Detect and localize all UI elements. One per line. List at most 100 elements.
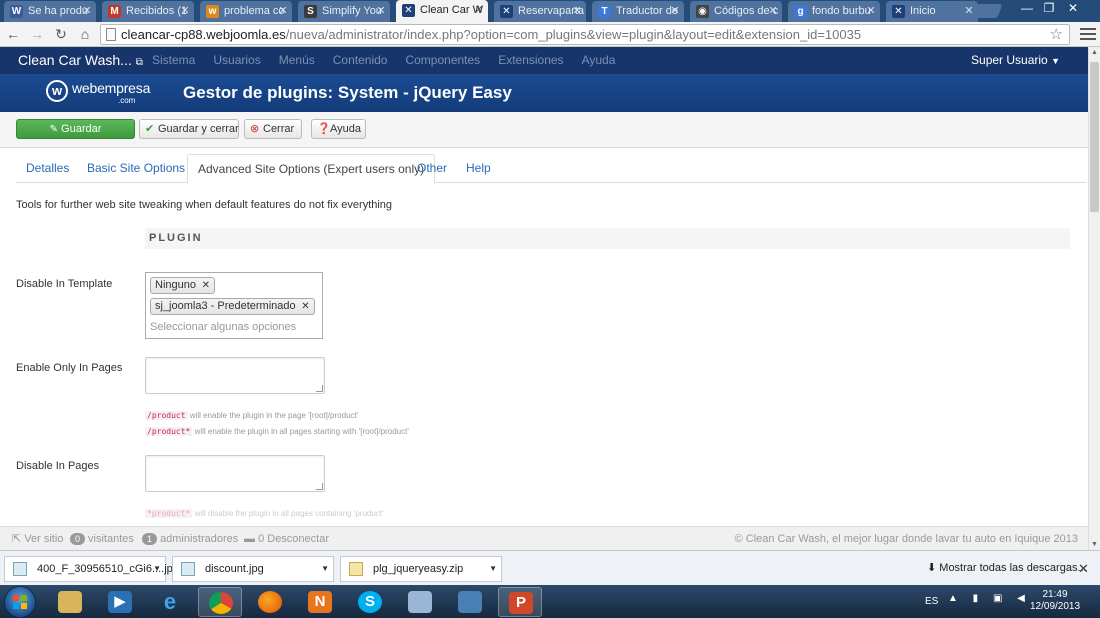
view-site-link[interactable]: ⇱ Ver sitio bbox=[12, 527, 63, 551]
help-button[interactable]: ❓ Ayuda bbox=[311, 119, 366, 139]
remove-chip-icon[interactable]: ✕ bbox=[202, 278, 210, 293]
save-close-button[interactable]: ✔ Guardar y cerrar bbox=[139, 119, 239, 139]
close-tab-icon[interactable]: ✕ bbox=[81, 1, 93, 21]
explorer-icon[interactable] bbox=[48, 587, 92, 617]
image-file-icon bbox=[181, 562, 195, 576]
windows-taskbar: ▶ e N S P ES ▲ ▮ ▣ ◀ 21:49 12/09/2013 bbox=[0, 585, 1100, 618]
onenote-icon[interactable]: N bbox=[298, 587, 342, 617]
tab-favicon-icon: g bbox=[794, 5, 807, 18]
browser-tab[interactable]: w problema co ✕ bbox=[200, 1, 292, 22]
url-text[interactable]: cleancar-cp88.webjoomla.es/nueva/adminis… bbox=[121, 25, 861, 44]
browser-tab[interactable]: ✕ Clean Car W ✕ bbox=[396, 0, 488, 22]
admin-menu-item[interactable]: Menús bbox=[279, 47, 315, 74]
download-item[interactable]: discount.jpg ▼ bbox=[172, 556, 334, 582]
close-window-icon[interactable]: ✕ bbox=[1064, 0, 1082, 16]
close-tab-icon[interactable]: ✕ bbox=[669, 1, 681, 21]
home-icon[interactable]: ⌂ bbox=[76, 25, 94, 43]
powerpoint-icon[interactable]: P bbox=[498, 587, 542, 617]
tab-favicon-icon: ◉ bbox=[696, 5, 709, 18]
media-player-icon[interactable]: ▶ bbox=[98, 587, 142, 617]
admin-menu-item[interactable]: Extensiones bbox=[498, 47, 563, 74]
browser-tab[interactable]: S Simplify You ✕ bbox=[298, 1, 390, 22]
browser-menu-icon[interactable] bbox=[1080, 25, 1096, 43]
browser-tab[interactable]: T Traductor de ✕ bbox=[592, 1, 684, 22]
monitor-icon[interactable] bbox=[448, 587, 492, 617]
chip-ninguno: Ninguno ✕ bbox=[150, 277, 215, 294]
language-indicator[interactable]: ES bbox=[925, 585, 938, 618]
system-tray-icons[interactable]: ▲ ▮ ▣ ◀ bbox=[948, 593, 1031, 604]
admin-status-bar: ⇱ Ver sitio 0 visitantes 1 administradores… bbox=[0, 526, 1088, 550]
disable-in-pages-textarea[interactable] bbox=[145, 455, 325, 492]
plugin-tab[interactable]: Help bbox=[456, 154, 501, 183]
minus-icon: ▬ bbox=[244, 533, 255, 545]
footer-copyright: © Clean Car Wash, el mejor lugar donde l… bbox=[734, 533, 1078, 545]
admin-menu-item[interactable]: Sistema bbox=[152, 47, 195, 74]
close-tab-icon[interactable]: ✕ bbox=[865, 1, 877, 21]
enable-only-in-pages-textarea[interactable] bbox=[145, 357, 325, 394]
close-tab-icon[interactable]: ✕ bbox=[767, 1, 779, 21]
disable-in-template-label: Disable In Template bbox=[16, 278, 113, 290]
new-tab-button[interactable] bbox=[971, 4, 1003, 18]
windows-start-icon[interactable] bbox=[4, 586, 36, 618]
scroll-up-icon[interactable]: ▲ bbox=[1089, 49, 1100, 56]
close-tab-icon[interactable]: ✕ bbox=[473, 0, 485, 20]
download-item[interactable]: 400_F_30956510_cGi6....jpg ▼ bbox=[4, 556, 179, 582]
plugin-tab[interactable]: Detalles bbox=[16, 154, 79, 183]
plugin-tab[interactable]: Other bbox=[407, 154, 457, 183]
skype-icon[interactable]: S bbox=[348, 587, 392, 617]
close-shelf-icon[interactable]: ✕ bbox=[1078, 551, 1089, 586]
internet-explorer-icon[interactable]: e bbox=[148, 587, 192, 617]
select-placeholder[interactable]: Seleccionar algunas opciones bbox=[150, 321, 296, 333]
plugin-tab[interactable]: Basic Site Options bbox=[77, 154, 195, 183]
browser-tab[interactable]: ✕ Inicio ✕ bbox=[886, 1, 978, 22]
tab-favicon-icon: W bbox=[10, 5, 23, 18]
admin-menu-item[interactable]: Usuarios bbox=[213, 47, 260, 74]
show-all-downloads-link[interactable]: ⬇ Mostrar todas las descargas... bbox=[927, 551, 1087, 586]
admin-menu-item[interactable]: Componentes bbox=[405, 47, 480, 74]
remove-chip-icon[interactable]: ✕ bbox=[301, 299, 309, 314]
edit-icon: ✎ bbox=[49, 124, 58, 135]
save-button[interactable]: ✎ Guardar bbox=[16, 119, 135, 139]
logout-link[interactable]: ▬ 0 Desconectar bbox=[244, 527, 329, 551]
scroll-thumb[interactable] bbox=[1090, 62, 1099, 212]
browser-tab[interactable]: ✕ Reservaparta ✕ bbox=[494, 1, 586, 22]
browser-tab[interactable]: M Recibidos (1 ✕ bbox=[102, 1, 194, 22]
dropdown-arrow-icon[interactable]: ▼ bbox=[321, 557, 329, 581]
cancel-circle-icon: ⊗ bbox=[250, 123, 260, 135]
forward-icon[interactable]: → bbox=[28, 25, 46, 43]
admin-menu-item[interactable]: Ayuda bbox=[582, 47, 616, 74]
reload-icon[interactable]: ↻ bbox=[52, 25, 70, 43]
maximize-icon[interactable]: ❐ bbox=[1040, 0, 1058, 16]
clock-date: 12/09/2013 bbox=[1030, 601, 1081, 612]
close-tab-icon[interactable]: ✕ bbox=[571, 1, 583, 21]
close-tab-icon[interactable]: ✕ bbox=[179, 1, 191, 21]
browser-tab[interactable]: W Se ha produ ✕ bbox=[4, 1, 96, 22]
download-item[interactable]: plg_jqueryeasy.zip ▼ bbox=[340, 556, 502, 582]
question-circle-icon: ❓ bbox=[317, 123, 331, 135]
taskbar-clock[interactable]: 21:49 12/09/2013 bbox=[1030, 589, 1080, 613]
browser-tab[interactable]: ◉ Códigos de c ✕ bbox=[690, 1, 782, 22]
browser-tab[interactable]: g fondo burbu ✕ bbox=[788, 1, 880, 22]
dropdown-arrow-icon[interactable]: ▼ bbox=[489, 557, 497, 581]
tab-favicon-icon: ✕ bbox=[892, 5, 905, 18]
close-tab-icon[interactable]: ✕ bbox=[277, 1, 289, 21]
close-button[interactable]: ⊗ Cerrar bbox=[244, 119, 302, 139]
bookmark-star-icon[interactable]: ☆ bbox=[1050, 25, 1063, 44]
minimize-icon[interactable]: — bbox=[1018, 0, 1036, 16]
user-menu[interactable]: Super Usuario ▼ bbox=[971, 47, 1060, 75]
back-icon[interactable]: ← bbox=[4, 25, 22, 43]
disable-in-template-select[interactable]: Ninguno ✕ sj_joomla3 - Predeterminado ✕ … bbox=[145, 272, 323, 339]
page-scrollbar[interactable]: ▲ ▼ bbox=[1088, 47, 1100, 550]
scroll-down-icon[interactable]: ▼ bbox=[1089, 541, 1100, 548]
admin-menu-item[interactable]: Contenido bbox=[333, 47, 388, 74]
close-tab-icon[interactable]: ✕ bbox=[375, 1, 387, 21]
tab-title: Se ha produ bbox=[28, 5, 88, 17]
plugin-tab[interactable]: Advanced Site Options (Expert users only… bbox=[187, 154, 436, 184]
chrome-icon[interactable] bbox=[198, 587, 242, 617]
firefox-icon[interactable] bbox=[248, 587, 292, 617]
address-bar[interactable]: cleancar-cp88.webjoomla.es/nueva/adminis… bbox=[100, 24, 1070, 45]
dropdown-arrow-icon[interactable]: ▼ bbox=[153, 557, 161, 581]
site-brand-link[interactable]: Clean Car Wash... ⧉ bbox=[18, 47, 143, 76]
chip-sj-joomla3: sj_joomla3 - Predeterminado ✕ bbox=[150, 298, 315, 315]
paint-icon[interactable] bbox=[398, 587, 442, 617]
